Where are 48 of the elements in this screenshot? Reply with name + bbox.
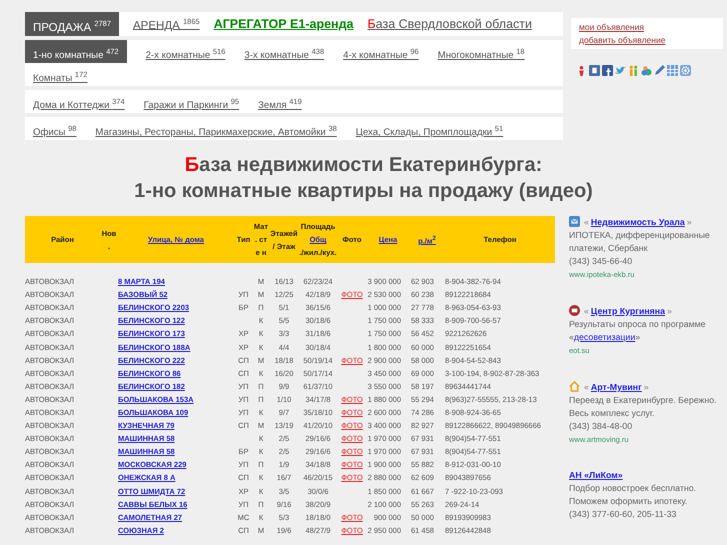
category-tab[interactable]: Комнаты $^{172}$ <box>25 63 88 86</box>
quote-mark: « <box>584 382 589 392</box>
category-tab[interactable]: Магазины, Рестораны, Парикмахерские, Автомойки $^{38}$ <box>87 117 337 140</box>
category-tab[interactable]: Цеха, Склады, Промплощадки $^{51}$ <box>348 117 504 140</box>
account-link[interactable]: мои объявления <box>579 22 715 32</box>
quote-mark: « <box>584 216 589 226</box>
category-tab[interactable]: Офисы $^{98}$ <box>25 117 76 140</box>
envelope-icon <box>569 216 580 227</box>
quote-mark: « <box>584 306 589 316</box>
category-tab[interactable]: 1-но комнатные $^{472}$ <box>25 40 127 63</box>
ad-title-link[interactable]: Арт-Мувинг <box>590 382 642 392</box>
category-tab[interactable]: Гаражи и Паркинги $^{95}$ <box>136 90 240 113</box>
pencil-icon[interactable] <box>654 65 665 76</box>
group-icon[interactable] <box>641 65 652 76</box>
main-tab[interactable]: АРЕНДА $^{1865}$ <box>133 16 200 32</box>
ad-phone: (343) 384-48-00 <box>569 420 634 433</box>
aggregator-link[interactable]: АГРЕГАТОР Е1-аренда <box>214 17 354 31</box>
ad-description: Результаты опроса по программе «десоветизации» <box>569 318 707 344</box>
quote-mark: » <box>667 306 672 316</box>
ad-title-link[interactable]: Центр Кургиняна <box>590 306 666 316</box>
badge-icon <box>569 305 580 316</box>
category-tab[interactable]: 3-х комнатные $^{438}$ <box>236 40 324 63</box>
ad-phone: (343) 377-60-60, 205-11-33 <box>569 508 678 521</box>
grid-icon[interactable] <box>667 65 678 76</box>
square-icon[interactable] <box>602 65 613 76</box>
people-icon[interactable] <box>628 65 639 76</box>
page-heading: База недвижимости Екатеринбурга: <box>184 153 544 178</box>
account-link[interactable]: добавить объявление <box>579 35 715 45</box>
category-tab[interactable]: 4-х комнатные $^{96}$ <box>335 40 419 63</box>
category-tab[interactable]: Земля $^{419}$ <box>250 90 302 113</box>
region-link[interactable]: База Свердловской области <box>367 17 532 31</box>
house-icon <box>569 381 580 392</box>
ad-phone: (343) 345-66-40 <box>569 255 634 268</box>
ad-title-link[interactable]: АН «ЛиКом» <box>569 470 623 480</box>
category-tab[interactable]: Дома и Коттеджи $^{374}$ <box>25 90 125 113</box>
quote-mark: » <box>686 216 692 226</box>
ad-description: Подбор новостроек бесплатно. Поможем оформить ипотеку. <box>569 482 698 508</box>
ad-description: ИПОТЕКА, дифференцированные платежи, Сбербанк <box>569 229 711 255</box>
gear-icon[interactable] <box>680 65 691 76</box>
square-icon[interactable] <box>589 65 600 76</box>
page-subheading: 1-но комнатные квартиры на продажу (видео) <box>133 179 594 204</box>
main-tab[interactable]: ПРОДАЖА $^{2787}$ <box>25 12 120 36</box>
ad-link[interactable]: десоветизации <box>574 332 636 342</box>
category-tab[interactable]: Многокомнатные $^{18}$ <box>430 40 525 63</box>
ad-description: Переезд в Екатеринбурге. Бережно. Весь комплекс услуг. <box>569 394 718 420</box>
category-tab[interactable]: 2-х комнатные $^{516}$ <box>138 40 226 63</box>
quote-mark: » <box>644 382 649 392</box>
ad-title-link[interactable]: Недвижимость Урала <box>590 216 685 226</box>
